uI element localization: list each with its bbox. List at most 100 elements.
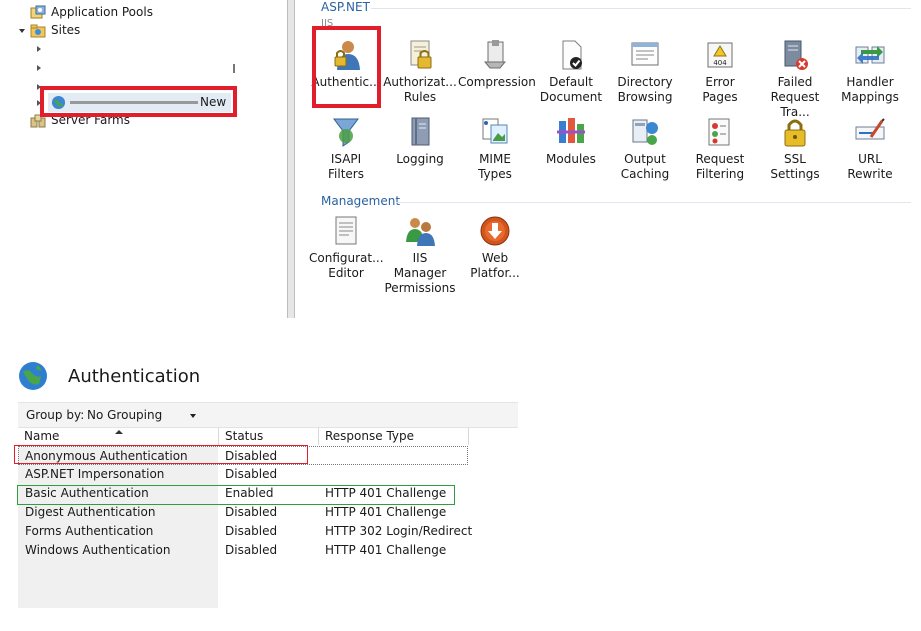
row-response: HTTP 401 Challenge bbox=[325, 505, 447, 519]
sites-folder-icon bbox=[30, 23, 46, 44]
page-title: Authentication bbox=[68, 366, 201, 387]
compression-icon bbox=[458, 38, 532, 72]
feature-label: URL Rewrite bbox=[847, 152, 893, 181]
svg-text:404: 404 bbox=[713, 59, 727, 67]
feature-output-caching[interactable]: Output Caching bbox=[608, 115, 682, 182]
feature-default-document[interactable]: Default Document bbox=[534, 38, 608, 105]
feature-label: Default Document bbox=[539, 75, 603, 104]
feature-handler-mappings[interactable]: Handler Mappings bbox=[833, 38, 907, 105]
row-name: ASP.NET Impersonation bbox=[25, 467, 165, 481]
directory-browsing-icon bbox=[608, 38, 682, 72]
group-by-label: Group by: bbox=[26, 408, 85, 422]
feature-directory-browsing[interactable]: Directory Browsing bbox=[608, 38, 682, 105]
output-caching-icon bbox=[608, 115, 682, 149]
feature-mime-types[interactable]: MIME Types bbox=[458, 115, 532, 182]
row-response: HTTP 302 Login/Redirect bbox=[325, 524, 473, 538]
failed-request-tracing-icon bbox=[758, 38, 832, 72]
site-highlight-box bbox=[40, 86, 237, 117]
feature-label: Web Platfor... bbox=[470, 251, 520, 280]
row-name: Windows Authentication bbox=[25, 543, 171, 557]
section-header-management: Management bbox=[321, 194, 401, 208]
feature-label: Handler Mappings bbox=[841, 75, 899, 104]
feature-label: SSL Settings bbox=[770, 152, 820, 181]
feature-label: Output Caching bbox=[620, 152, 670, 181]
modules-icon bbox=[534, 115, 608, 149]
feature-logging[interactable]: Logging bbox=[383, 115, 457, 167]
mime-types-icon bbox=[458, 115, 532, 149]
ssl-settings-icon bbox=[758, 115, 832, 149]
logging-icon bbox=[383, 115, 457, 149]
row-status: Disabled bbox=[225, 543, 278, 557]
request-filtering-icon bbox=[683, 115, 757, 149]
authentication-highlight-box bbox=[312, 26, 381, 108]
row-name: Digest Authentication bbox=[25, 505, 156, 519]
default-document-icon bbox=[534, 38, 608, 72]
feature-label: Request Filtering bbox=[695, 152, 745, 181]
feature-url-rewrite[interactable]: URL Rewrite bbox=[833, 115, 907, 182]
feature-failed-request-tracing[interactable]: Failed Request Tra... bbox=[758, 38, 832, 120]
tree-item-label: Sites bbox=[51, 23, 81, 37]
clipped-text-fragment bbox=[233, 64, 235, 73]
section-header-aspnet: ASP.NET bbox=[321, 0, 370, 14]
feature-compression[interactable]: Compression bbox=[458, 38, 536, 90]
feature-configuration-editor[interactable]: Configurat... Editor bbox=[309, 214, 384, 281]
group-by-toolbar: Group by: No Grouping bbox=[18, 402, 518, 428]
chevron-down-icon bbox=[190, 414, 196, 418]
feature-authorization-rules[interactable]: Authorizat... Rules bbox=[383, 38, 457, 105]
feature-error-pages[interactable]: 404 Error Pages bbox=[683, 38, 757, 105]
feature-modules[interactable]: Modules bbox=[534, 115, 608, 167]
configuration-editor-icon bbox=[309, 214, 383, 248]
table-row-digest[interactable]: Digest Authentication Disabled HTTP 401 … bbox=[18, 503, 468, 522]
feature-label: Authorizat... Rules bbox=[383, 75, 457, 104]
table-row-aspnet-impersonation[interactable]: ASP.NET Impersonation Disabled bbox=[18, 465, 468, 484]
handler-mappings-icon bbox=[833, 38, 907, 72]
isapi-filters-icon bbox=[309, 115, 383, 149]
column-header-status[interactable]: Status bbox=[219, 428, 319, 445]
feature-label: Failed Request Tra... bbox=[770, 75, 820, 119]
feature-label: Compression bbox=[458, 75, 536, 89]
expand-arrow-icon[interactable] bbox=[37, 46, 41, 52]
url-rewrite-icon bbox=[833, 115, 907, 149]
tree-item-label: Application Pools bbox=[51, 5, 153, 19]
feature-label: Directory Browsing bbox=[617, 75, 673, 104]
web-platform-installer-icon bbox=[458, 214, 532, 248]
section-divider bbox=[396, 202, 911, 203]
pane-splitter[interactable] bbox=[287, 0, 295, 318]
row-status: Disabled bbox=[225, 505, 278, 519]
expand-arrow-icon[interactable] bbox=[37, 65, 41, 71]
feature-ssl-settings[interactable]: SSL Settings bbox=[758, 115, 832, 182]
sort-ascending-icon bbox=[115, 430, 123, 434]
feature-label: IIS Manager Permissions bbox=[384, 251, 456, 295]
connections-tree: Application Pools Sites New Server Farms bbox=[0, 0, 287, 318]
table-row-windows[interactable]: Windows Authentication Disabled HTTP 401… bbox=[18, 541, 468, 560]
section-divider bbox=[371, 8, 911, 9]
feature-label: ISAPI Filters bbox=[328, 152, 364, 181]
anonymous-highlight-box bbox=[14, 445, 308, 464]
column-header-response-type[interactable]: Response Type bbox=[319, 428, 469, 445]
feature-label: Logging bbox=[396, 152, 444, 166]
feature-label: MIME Types bbox=[478, 152, 512, 181]
grid-header: Name Status Response Type bbox=[18, 428, 518, 445]
feature-label: Modules bbox=[546, 152, 596, 166]
table-row-forms[interactable]: Forms Authentication Disabled HTTP 302 L… bbox=[18, 522, 472, 541]
column-header-name[interactable]: Name bbox=[18, 428, 219, 445]
feature-label: Configurat... Editor bbox=[309, 251, 384, 280]
basic-highlight-box bbox=[17, 485, 455, 505]
iis-manager-permissions-icon bbox=[383, 214, 457, 248]
feature-label: Error Pages bbox=[702, 75, 738, 104]
row-response: HTTP 401 Challenge bbox=[325, 543, 447, 557]
feature-request-filtering[interactable]: Request Filtering bbox=[683, 115, 757, 182]
feature-web-platform-installer[interactable]: Web Platfor... bbox=[458, 214, 532, 281]
row-name: Forms Authentication bbox=[25, 524, 154, 538]
error-pages-icon: 404 bbox=[683, 38, 757, 72]
row-status: Disabled bbox=[225, 524, 278, 538]
row-status: Disabled bbox=[225, 467, 278, 481]
feature-isapi-filters[interactable]: ISAPI Filters bbox=[309, 115, 383, 182]
features-view: ASP.NET IIS Authentic... Authorizat... Ru… bbox=[296, 0, 921, 318]
expand-arrow-icon[interactable] bbox=[19, 29, 25, 33]
authentication-page-icon bbox=[17, 360, 49, 395]
feature-iis-manager-permissions[interactable]: IIS Manager Permissions bbox=[383, 214, 457, 296]
authorization-rules-icon bbox=[383, 38, 457, 72]
group-by-dropdown[interactable]: No Grouping bbox=[86, 406, 198, 424]
group-by-value: No Grouping bbox=[87, 408, 163, 422]
